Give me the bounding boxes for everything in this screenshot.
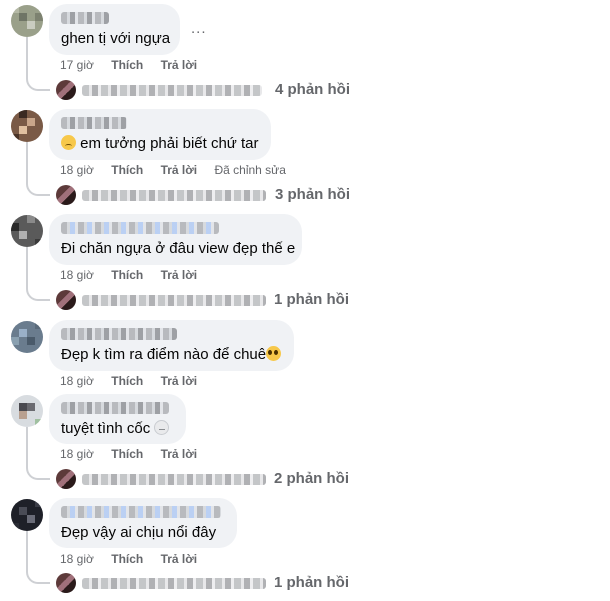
comment-time[interactable]: 18 giờ — [60, 374, 94, 388]
comment-actions: 17 giờ Thích Trả lời — [60, 58, 211, 72]
comment-actions: 18 giờ Thích Trả lời — [60, 552, 211, 566]
comment-bubble: Đẹp vậy ai chịu nổi đây — [49, 498, 237, 548]
comment-author-blurred[interactable] — [61, 328, 177, 340]
thread-line — [26, 427, 50, 480]
reply-preview-blurred — [82, 295, 266, 306]
reply-preview-blurred — [82, 578, 266, 589]
edited-label[interactable]: Đã chỉnh sửa — [214, 163, 285, 177]
reply-avatar — [56, 185, 76, 205]
like-button[interactable]: Thích — [111, 447, 143, 461]
like-button[interactable]: Thích — [111, 58, 143, 72]
thread-line — [26, 142, 50, 196]
reply-button[interactable]: Trả lời — [161, 552, 198, 566]
reply-button[interactable]: Trả lời — [161, 374, 198, 388]
comment-bubble: ghen tị với ngựa — [49, 4, 180, 55]
comment-time[interactable]: 18 giờ — [60, 163, 94, 177]
comment-author-blurred[interactable] — [61, 506, 221, 518]
comment-bubble: em tưởng phải biết chứ tar — [49, 109, 271, 160]
comment-bubble: Đi chăn ngựa ở đâu view đẹp thế e — [49, 214, 302, 265]
reply-avatar — [56, 573, 76, 593]
like-button[interactable]: Thích — [111, 268, 143, 282]
reply-count[interactable]: 1 phản hồi — [274, 574, 349, 591]
comment-time[interactable]: 18 giờ — [60, 447, 94, 461]
reply-avatar — [56, 290, 76, 310]
avatar[interactable] — [11, 395, 43, 427]
reply-count[interactable]: 3 phản hồi — [275, 186, 350, 203]
sad-face-emoji — [61, 135, 76, 150]
reply-avatar — [56, 80, 76, 100]
reply-button[interactable]: Trả lời — [161, 268, 198, 282]
comment-bubble: tuyệt tình cốc — [49, 394, 186, 444]
comment-text: ghen tị với ngựa — [61, 30, 171, 47]
thread-line — [26, 531, 50, 584]
comment-author-blurred[interactable] — [61, 117, 127, 129]
comment-text-wrapper: tuyệt tình cốc — [61, 419, 174, 438]
like-button[interactable]: Thích — [111, 163, 143, 177]
comment-actions: 18 giờ Thích Trả lời — [60, 374, 211, 388]
thread-line — [26, 37, 50, 91]
avatar[interactable] — [11, 110, 43, 142]
comment-author-blurred[interactable] — [61, 222, 219, 234]
pleading-face-emoji — [266, 346, 282, 361]
reply-button[interactable]: Trả lời — [161, 447, 198, 461]
comment-text: Đẹp k tìm ra điểm nào để chuê — [61, 346, 267, 363]
comment-text: tuyệt tình cốc — [61, 420, 151, 437]
comment-author-blurred[interactable] — [61, 12, 109, 24]
comment-text: Đi chăn ngựa ở đâu view đẹp thế e — [61, 240, 296, 257]
reply-preview-blurred — [82, 190, 266, 201]
comment-time[interactable]: 18 giờ — [60, 268, 94, 282]
like-button[interactable]: Thích — [111, 552, 143, 566]
comment-actions: 18 giờ Thích Trả lời — [60, 268, 211, 282]
avatar[interactable] — [11, 321, 43, 353]
comment-text-wrapper: Đẹp k tìm ra điểm nào để chuê — [61, 345, 282, 364]
comment-time[interactable]: 17 giờ — [60, 58, 94, 72]
comment-text: em tưởng phải biết chứ tar — [80, 135, 259, 152]
reply-count[interactable]: 2 phản hồi — [274, 470, 349, 487]
reply-preview-blurred — [82, 474, 266, 485]
reply-preview-blurred — [82, 85, 262, 96]
comment-bubble: Đẹp k tìm ra điểm nào để chuê — [49, 320, 294, 371]
avatar[interactable] — [11, 5, 43, 37]
like-button[interactable]: Thích — [111, 374, 143, 388]
more-options-button[interactable]: ... — [191, 20, 207, 37]
reply-button[interactable]: Trả lời — [161, 58, 198, 72]
comment-author-blurred[interactable] — [61, 402, 169, 414]
reply-count[interactable]: 4 phản hồi — [275, 81, 350, 98]
cold-face-emoji — [154, 420, 170, 435]
comment-text: Đẹp vậy ai chịu nổi đây — [61, 524, 217, 541]
comment-actions: 18 giờ Thích Trả lời Đã chỉnh sửa — [60, 163, 300, 177]
reply-button[interactable]: Trả lời — [161, 163, 198, 177]
comment-actions: 18 giờ Thích Trả lời — [60, 447, 211, 461]
thread-line — [26, 247, 50, 301]
comment-time[interactable]: 18 giờ — [60, 552, 94, 566]
reply-avatar — [56, 469, 76, 489]
comment-text-wrapper: em tưởng phải biết chứ tar — [61, 134, 259, 153]
reply-count[interactable]: 1 phản hồi — [274, 291, 349, 308]
avatar[interactable] — [11, 215, 43, 247]
avatar[interactable] — [11, 499, 43, 531]
